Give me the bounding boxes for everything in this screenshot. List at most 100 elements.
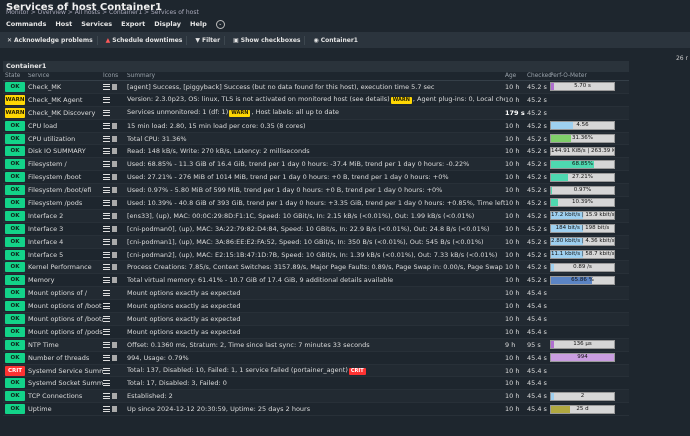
graph-icon[interactable] — [112, 83, 117, 90]
schedule-downtimes-button[interactable]: ▲ Schedule downtimes — [102, 35, 188, 45]
menu-services[interactable]: Services — [81, 20, 112, 28]
menu-display[interactable]: Display — [154, 20, 181, 28]
perf-o-meter[interactable]: 11.1 kbit/s | 58.7 kbit/s — [550, 250, 617, 260]
service-name-link[interactable]: Disk IO SUMMARY — [27, 147, 103, 155]
service-name-link[interactable]: Check_MK Discovery — [27, 109, 103, 117]
table-row[interactable]: OK Uptime Up since 2024-12-12 20:30:59, Up… — [3, 403, 629, 417]
perf-o-meter[interactable]: 17.2 kbit/s | 15.9 kbit/s — [550, 211, 617, 221]
service-name-link[interactable]: Interface 4 — [27, 238, 103, 246]
graph-icon[interactable] — [112, 354, 117, 361]
graph-icon[interactable] — [112, 148, 117, 155]
table-row[interactable]: OK Kernel Performance Process Creations: 7… — [3, 261, 629, 275]
perf-o-meter[interactable]: 136 μs — [550, 340, 617, 350]
service-name-link[interactable]: Kernel Performance — [27, 263, 103, 271]
menu-icon[interactable] — [103, 367, 110, 374]
menu-icon[interactable] — [103, 161, 110, 168]
breadcrumb[interactable]: Monitor > Overview > All hosts > Contain… — [6, 9, 199, 16]
service-name-link[interactable]: Interface 5 — [27, 251, 103, 259]
menu-icon[interactable] — [103, 406, 110, 413]
service-name-link[interactable]: TCP Connections — [27, 392, 103, 400]
menu-host[interactable]: Host — [55, 20, 72, 28]
perf-o-meter[interactable]: 2.80 kbit/s | 4.36 kbit/s — [550, 237, 617, 247]
menu-icon[interactable] — [103, 187, 110, 194]
col-icons[interactable]: Icons — [103, 73, 127, 79]
perf-o-meter[interactable]: 65.86 % — [550, 275, 617, 285]
table-row[interactable]: CRITSystemd Service SummaryTotal: 137, D… — [3, 364, 629, 378]
menu-icon[interactable] — [103, 328, 110, 335]
table-row[interactable]: OKMount options of /boot/efi Mount option… — [3, 313, 629, 326]
table-row[interactable]: OK CPU load 15 min load: 2.80, 15 min load… — [3, 120, 629, 133]
graph-icon[interactable] — [112, 187, 117, 194]
menu-icon[interactable] — [103, 225, 110, 232]
perf-o-meter[interactable]: 0.89 /s — [550, 262, 617, 272]
graph-icon[interactable] — [112, 225, 117, 232]
menu-icon[interactable] — [103, 174, 110, 181]
perf-o-meter[interactable]: 2 — [550, 391, 617, 401]
service-name-link[interactable]: CPU utilization — [27, 135, 103, 143]
acknowledge-problems-button[interactable]: ✕ Acknowledge problems — [3, 35, 98, 45]
menu-icon[interactable] — [103, 315, 110, 322]
menu-icon[interactable] — [103, 212, 110, 219]
graph-icon[interactable] — [112, 135, 117, 142]
chevron-down-icon[interactable]: ⌄ — [215, 19, 225, 29]
table-row[interactable]: OK Mount options of / Mount options exactl… — [3, 287, 629, 301]
service-name-link[interactable]: Interface 2 — [27, 212, 103, 220]
menu-icon[interactable] — [103, 109, 110, 116]
graph-icon[interactable] — [112, 212, 117, 219]
menu-export[interactable]: Export — [121, 20, 145, 28]
menu-help[interactable]: Help — [190, 20, 207, 28]
menu-commands[interactable]: Commands — [6, 20, 46, 28]
table-row[interactable]: OK Mount options of /boot Mount options ex… — [3, 300, 629, 314]
service-name-link[interactable]: Systemd Service Summary — [27, 367, 103, 375]
graph-icon[interactable] — [112, 238, 117, 245]
graph-icon[interactable] — [112, 251, 117, 258]
service-name-link[interactable]: Mount options of /pods — [27, 328, 103, 336]
table-row[interactable]: OK CPU utilization Total CPU: 31.36% 10 h 45… — [3, 132, 629, 146]
perf-o-meter[interactable]: 27.21% — [550, 172, 617, 182]
table-row[interactable]: OKSystemd Socket Summary Total: 17, Disab… — [3, 377, 629, 391]
table-row[interactable]: OK Interface 4 [cni-podman1], (up), MAC: 3… — [3, 235, 629, 249]
service-name-link[interactable]: Systemd Socket Summary — [27, 379, 103, 387]
table-row[interactable]: OK Filesystem /boot/efi Used: 0.97% - 5.80… — [3, 184, 629, 198]
table-row[interactable]: OK Check_MK [agent] Success, [piggyback] S… — [3, 81, 629, 94]
menu-icon[interactable] — [103, 380, 110, 387]
table-row[interactable]: OK Memory Total virtual memory: 61.41% - 1… — [3, 274, 629, 288]
col-perf-o-meter[interactable]: Perf-O-Meter — [550, 73, 617, 79]
service-name-link[interactable]: Uptime — [27, 405, 103, 413]
table-row[interactable]: OK Filesystem / Used: 68.85% - 11.3 GiB of… — [3, 158, 629, 172]
menu-icon[interactable] — [103, 354, 110, 361]
service-name-link[interactable]: Number of threads — [27, 354, 103, 362]
service-name-link[interactable]: Filesystem /pods — [27, 199, 103, 207]
col-state[interactable]: State — [3, 73, 27, 79]
service-name-link[interactable]: Mount options of /boot — [27, 302, 103, 310]
menu-icon[interactable] — [103, 135, 110, 142]
col-service[interactable]: Service — [27, 73, 103, 79]
table-row[interactable]: OK Filesystem /boot Used: 27.21% - 276 MiB… — [3, 171, 629, 185]
filter-button[interactable]: ▼ Filter — [191, 35, 226, 45]
menu-icon[interactable] — [103, 251, 110, 258]
table-row[interactable]: OK NTP Time Offset: 0.1360 ms, Stratum: 2,… — [3, 338, 629, 352]
menu-icon[interactable] — [103, 341, 110, 348]
col-age[interactable]: Age — [505, 73, 527, 79]
menu-icon[interactable] — [103, 122, 110, 129]
table-row[interactable]: OK Filesystem /pods Used: 10.39% - 40.8 Gi… — [3, 197, 629, 210]
menu-icon[interactable] — [103, 83, 110, 90]
menu-icon[interactable] — [103, 238, 110, 245]
perf-o-meter[interactable]: 68.85% — [550, 159, 617, 169]
service-name-link[interactable]: NTP Time — [27, 341, 103, 349]
service-name-link[interactable]: Filesystem /boot — [27, 173, 103, 181]
perf-o-meter[interactable]: 5.70 s — [550, 82, 617, 92]
menu-icon[interactable] — [103, 277, 110, 284]
table-row[interactable]: OK Disk IO SUMMARY Read: 148 kB/s, Write: … — [3, 145, 629, 159]
table-row[interactable]: OK Interface 5 [cni-podman2], (up), MAC: E… — [3, 249, 629, 262]
service-name-link[interactable]: Check_MK — [27, 83, 103, 91]
host-group-header[interactable]: Container1 — [3, 61, 629, 72]
menu-icon[interactable] — [103, 303, 110, 310]
graph-icon[interactable] — [112, 277, 117, 284]
perf-o-meter[interactable]: 0.97% — [550, 185, 617, 195]
table-row[interactable]: OK TCP Connections Established: 2 10 h 45.4 … — [3, 390, 629, 404]
perf-o-meter[interactable]: 10.39% — [550, 198, 617, 208]
service-name-link[interactable]: Mount options of / — [27, 289, 103, 297]
menu-icon[interactable] — [103, 148, 110, 155]
graph-icon[interactable] — [112, 264, 117, 271]
